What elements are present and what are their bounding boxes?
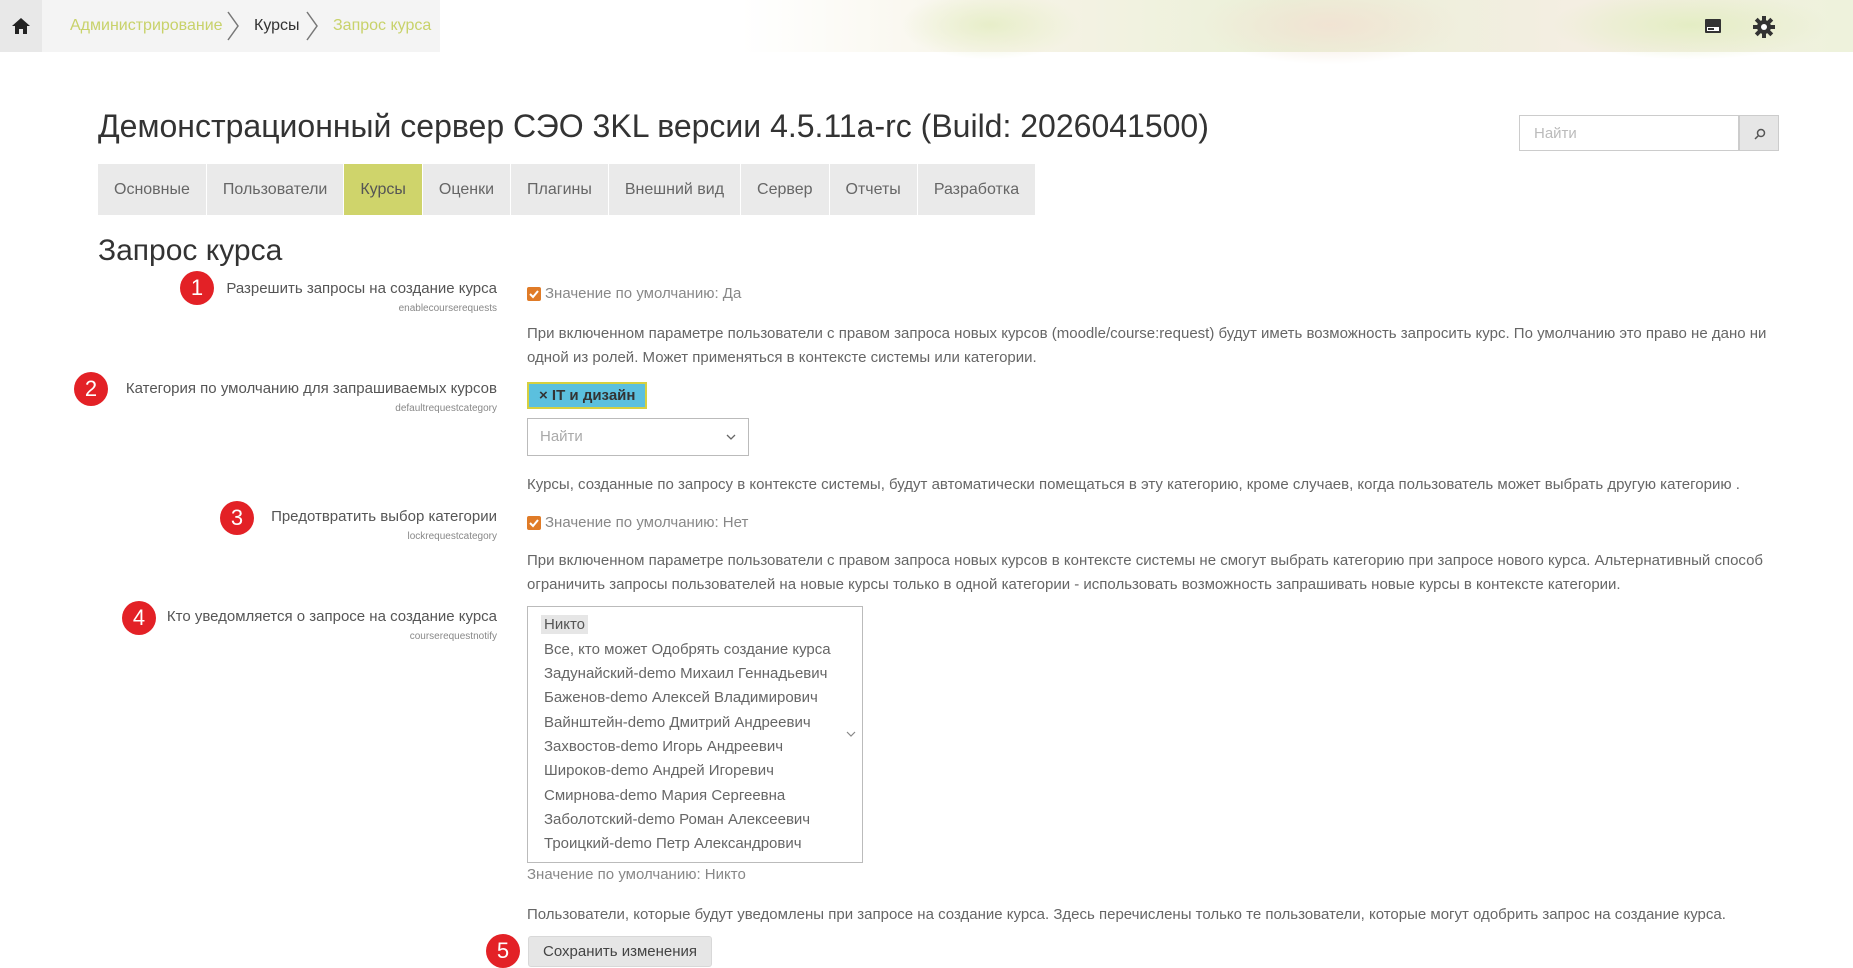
setting-label-enablecourserequests: Разрешить запросы на создание курса — [226, 280, 497, 297]
list-item[interactable]: Заболотский-demo Роман Алексеевич — [544, 811, 810, 828]
admin-tabs: Основные Пользователи Курсы Оценки Плаги… — [98, 164, 1037, 215]
list-item[interactable]: Троицкий-demo Петр Александрович — [544, 835, 802, 852]
check-icon — [529, 290, 539, 299]
search-icon — [1754, 128, 1766, 140]
screen-icon[interactable] — [1703, 16, 1723, 36]
breadcrumb-separator-icon — [306, 11, 318, 41]
category-search-select[interactable]: Найти — [527, 418, 749, 456]
list-item[interactable]: Задунайский-demo Михаил Геннадьевич — [544, 665, 827, 682]
category-tag[interactable]: × IT и дизайн — [527, 382, 648, 409]
header-decoration — [1200, 0, 1460, 65]
page-heading: Запрос курса — [98, 234, 283, 267]
search-input[interactable] — [1519, 115, 1739, 151]
tab-users[interactable]: Пользователи — [206, 164, 345, 215]
home-icon — [12, 18, 30, 34]
setting-description: При включенном параметре пользователи с … — [527, 552, 1764, 593]
annotation-badge: 4 — [122, 601, 156, 635]
annotation-badge: 1 — [180, 271, 214, 305]
header-decoration — [900, 0, 1080, 60]
setting-label-defaultrequestcategory: Категория по умолчанию для запрашиваемых… — [125, 380, 497, 397]
setting-key: courserequestnotify — [409, 631, 497, 642]
tab-reports[interactable]: Отчеты — [829, 164, 918, 215]
enablecourserequests-checkbox[interactable] — [527, 287, 541, 301]
tab-plugins[interactable]: Плагины — [511, 164, 609, 215]
select-placeholder: Найти — [540, 428, 583, 445]
breadcrumb-separator-icon — [227, 11, 239, 41]
setting-label-courserequestnotify: Кто уведомляется о запросе на создание к… — [166, 608, 497, 625]
setting-description: Курсы, созданные по запросу в контексте … — [527, 476, 1740, 493]
setting-description: Пользователи, которые будут уведомлены п… — [527, 906, 1726, 923]
annotation-badge: 2 — [74, 372, 108, 406]
header-decoration — [1550, 0, 1830, 60]
notify-users-listbox[interactable]: Никто Все, кто может Одобрять создание к… — [527, 606, 863, 863]
page-title: Демонстрационный сервер СЭО 3KL версии 4… — [98, 108, 1209, 144]
list-item[interactable]: Вайнштейн-demo Дмитрий Андреевич — [544, 714, 811, 731]
list-item[interactable]: Баженов-demo Алексей Владимирович — [544, 689, 818, 706]
list-item[interactable]: Никто — [541, 615, 588, 634]
breadcrumb-course-request[interactable]: Запрос курса — [333, 17, 431, 35]
default-value: Значение по умолчанию: Да — [545, 285, 742, 302]
breadcrumb-admin[interactable]: Администрирование — [70, 17, 223, 35]
breadcrumb-courses[interactable]: Курсы — [254, 17, 300, 35]
setting-label-lockrequestcategory: Предотвратить выбор категории — [271, 508, 497, 525]
tab-general[interactable]: Основные — [98, 164, 207, 215]
setting-description: При включенном параметре пользователи с … — [527, 325, 1767, 366]
list-item[interactable]: Захвостов-demo Игорь Андреевич — [544, 738, 783, 755]
breadcrumb: Администрирование Курсы Запрос курса — [0, 0, 440, 52]
tab-appearance[interactable]: Внешний вид — [608, 164, 742, 215]
list-item[interactable]: Все, кто может Одобрять создание курса — [544, 641, 831, 658]
default-value: Значение по умолчанию: Нет — [545, 514, 749, 531]
list-item[interactable]: Широков-demo Андрей Игоревич — [544, 762, 774, 779]
setting-key: lockrequestcategory — [407, 531, 498, 542]
chevron-down-icon — [726, 434, 736, 440]
chevron-down-icon[interactable] — [846, 730, 856, 738]
home-button[interactable] — [0, 0, 42, 52]
annotation-badge: 5 — [486, 934, 520, 968]
gear-icon[interactable] — [1753, 16, 1775, 38]
tab-development[interactable]: Разработка — [917, 164, 1037, 215]
setting-key: enablecourserequests — [398, 303, 497, 314]
tab-server[interactable]: Сервер — [741, 164, 830, 215]
annotation-badge: 3 — [220, 501, 254, 535]
setting-key: defaultrequestcategory — [395, 403, 497, 414]
check-icon — [529, 519, 539, 528]
tab-grades[interactable]: Оценки — [422, 164, 512, 215]
top-bar: Администрирование Курсы Запрос курса — [0, 0, 1853, 65]
search-button[interactable] — [1739, 115, 1779, 151]
list-item[interactable]: Смирнова-demo Мария Сергеевна — [544, 787, 785, 804]
lockrequestcategory-checkbox[interactable] — [527, 516, 541, 530]
default-value: Значение по умолчанию: Никто — [527, 866, 746, 883]
tab-courses[interactable]: Курсы — [344, 164, 423, 215]
save-changes-button[interactable]: Сохранить изменения — [528, 936, 713, 967]
